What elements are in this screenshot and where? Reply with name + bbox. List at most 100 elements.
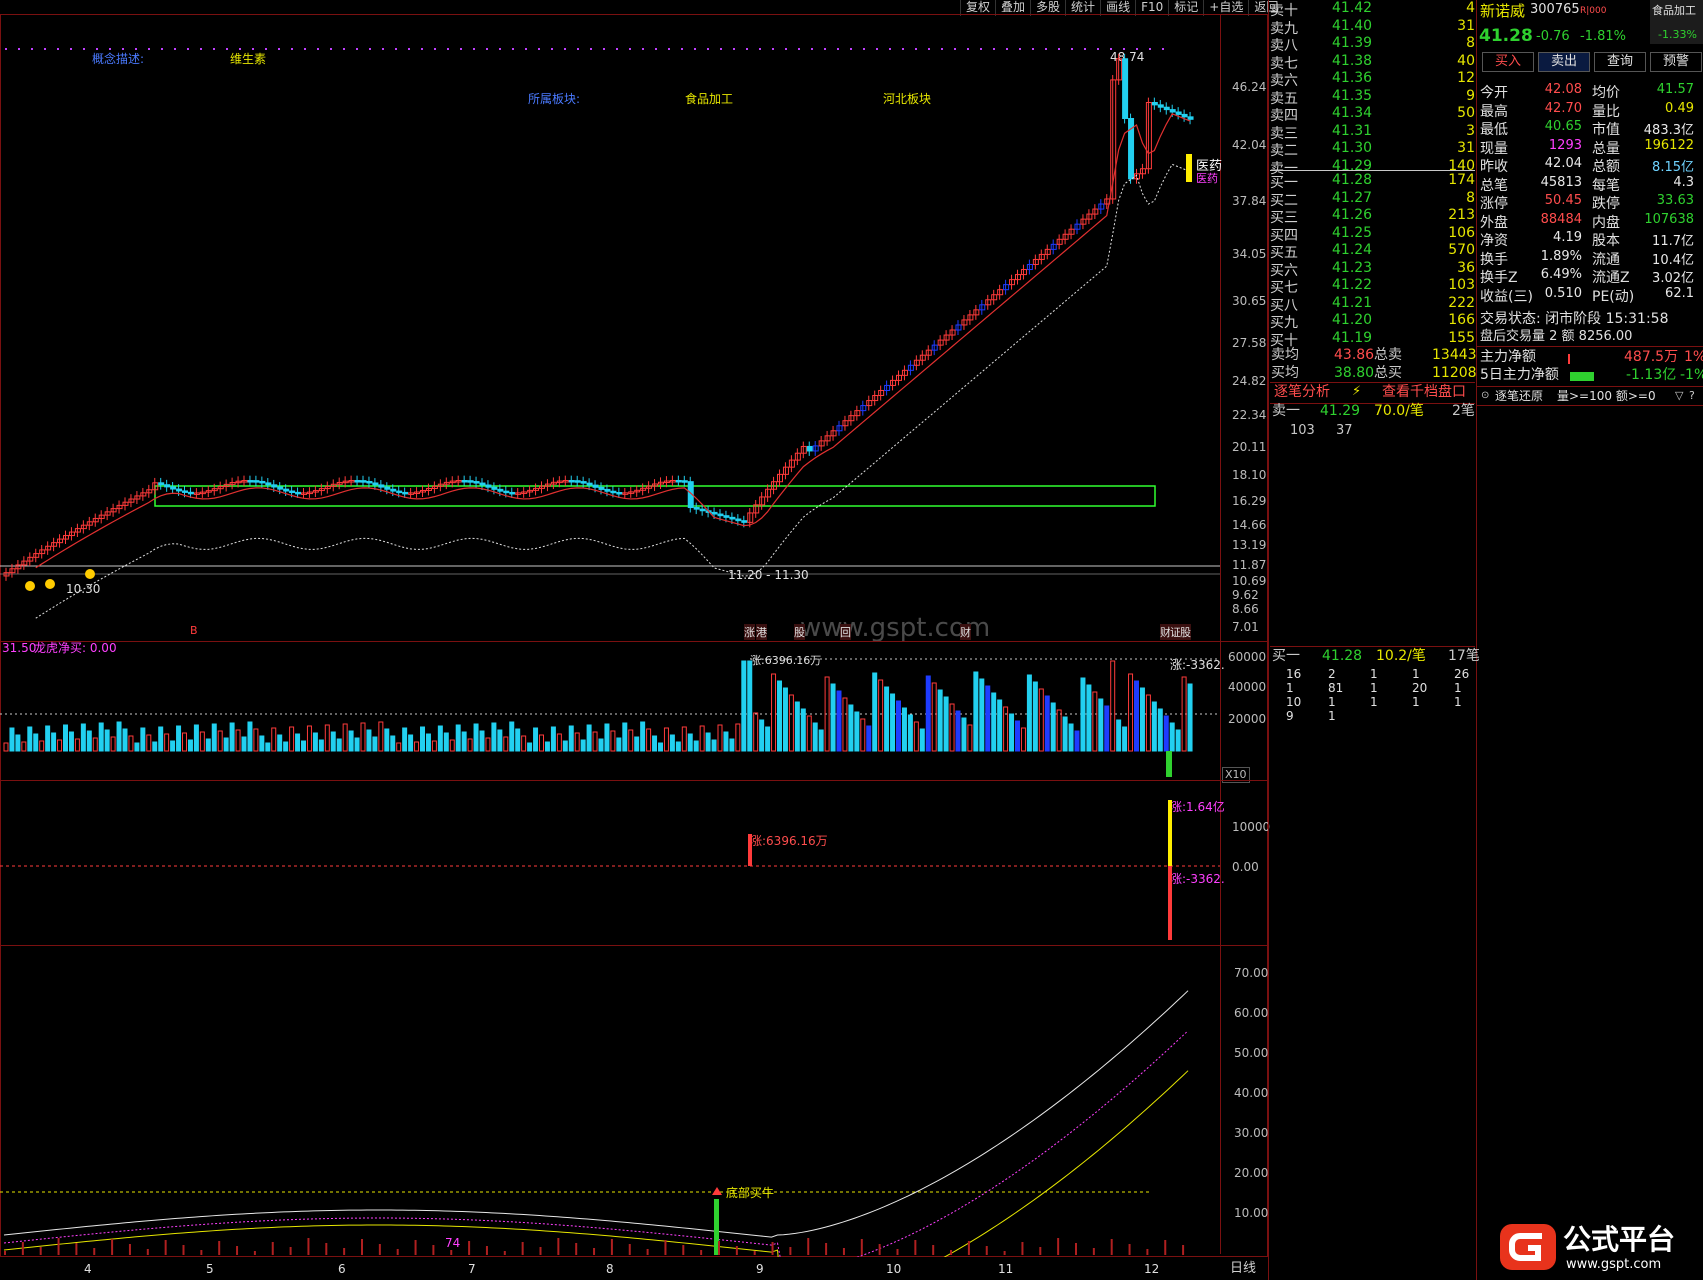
candle-body [711, 511, 718, 515]
period-button[interactable]: 日线 [1230, 1262, 1256, 1276]
volume-bar [45, 725, 51, 752]
volume-bar [562, 740, 568, 752]
indicator-bar [468, 1241, 471, 1255]
price-change: -0.76 [1536, 29, 1570, 44]
quote-value: 196122 [1644, 137, 1694, 153]
quote-button-3[interactable]: 预警 [1650, 52, 1702, 72]
indicator-bar [432, 1245, 435, 1255]
stop-line [35, 163, 1191, 619]
volume-bar [140, 727, 146, 752]
price-tick: 14.66 [1232, 518, 1267, 532]
quote-value: 0.49 [1665, 100, 1694, 116]
marker-dot [577, 48, 579, 50]
filter-icon[interactable]: ▽ [1675, 389, 1683, 403]
marker-dot [590, 48, 592, 50]
volume-bar [913, 721, 919, 752]
volume-bar [289, 726, 295, 752]
marker-dot [369, 48, 371, 50]
tab-analysis[interactable]: 逐笔分析 [1274, 385, 1330, 399]
candle-body [187, 491, 194, 495]
volume-bar [170, 740, 176, 752]
buy-level: 买一 41.28 174 [1270, 172, 1475, 191]
marker-dot [1006, 48, 1008, 50]
marker-dot [200, 48, 202, 50]
price-tick: 24.82 [1232, 374, 1267, 388]
volume-bar [1044, 695, 1050, 752]
volume-bar [527, 742, 533, 752]
indicator-bar [1128, 1244, 1131, 1255]
volume-bar [1086, 684, 1092, 752]
volume-bar [747, 660, 753, 752]
marker-dot [460, 48, 462, 50]
marker-dot [1149, 48, 1151, 50]
volume-bar [699, 725, 705, 752]
indicator-bar [39, 1247, 42, 1255]
volume-bar [794, 701, 800, 752]
tick-restore-label[interactable]: 逐笔还原 [1495, 389, 1543, 403]
quote-button-1[interactable]: 卖出 [1538, 52, 1590, 72]
volume-bar [306, 725, 312, 752]
total-sell-label: 总卖 [1374, 347, 1402, 363]
indicator-bar [485, 1246, 488, 1255]
indicator-bar [164, 1240, 167, 1255]
sector-badge[interactable]: 食品加工 -1.33% [1650, 0, 1703, 44]
volume-bar [443, 732, 449, 752]
price-tick: 27.58 [1232, 336, 1267, 350]
quote-key: 总额 [1592, 159, 1620, 175]
volume-bar [896, 700, 901, 752]
volume-bar [128, 735, 134, 752]
buy1-grid-cell: 16 [1286, 667, 1302, 681]
price-tick: 22.34 [1232, 408, 1267, 422]
indicator-bar [700, 1250, 703, 1255]
volume-bar [907, 714, 913, 752]
indicator-bar [985, 1246, 988, 1255]
volume-bar [336, 738, 342, 752]
buy1-grid-cell: 1 [1286, 681, 1294, 695]
indicator-bar [343, 1248, 346, 1255]
marker-dot [291, 48, 293, 50]
buy1-per: 10.2/笔 [1376, 648, 1426, 664]
main-flow-bar [1568, 354, 1570, 364]
indicator-bar [128, 1244, 131, 1255]
volume-bar [437, 725, 443, 752]
quote-key: 昨收 [1480, 159, 1508, 175]
indicator-bar [1182, 1245, 1185, 1255]
tick-filter[interactable]: 量>=100 额>=0 [1557, 389, 1656, 403]
volume-bar [384, 728, 390, 752]
volume-bar [1145, 694, 1151, 752]
quote-button-0[interactable]: 买入 [1482, 52, 1534, 72]
volume-bar [449, 739, 455, 752]
candle-body [390, 488, 397, 492]
date-tick: 10 [886, 1262, 902, 1276]
volume-bar [1110, 660, 1116, 752]
quote-button-2[interactable]: 查询 [1594, 52, 1646, 72]
candle-body [1181, 113, 1188, 118]
candle-body [384, 486, 391, 490]
volume-bar [378, 721, 384, 752]
sell-level-vol: 31 [1457, 17, 1475, 34]
volume-bar [176, 725, 182, 752]
marker-dot [304, 48, 306, 50]
indicator-bar [307, 1238, 310, 1255]
marker-dot [928, 48, 930, 50]
sell-level-price: 41.30 [1332, 140, 1373, 156]
marker-dot [889, 48, 891, 50]
indicator-bar [396, 1249, 399, 1255]
help-icon[interactable]: ? [1689, 389, 1695, 403]
volume-bar [949, 703, 955, 752]
quote-value: 0.510 [1544, 285, 1582, 301]
volume-bar [1015, 720, 1020, 752]
sell1-item-0: 103 [1290, 423, 1315, 438]
buy1-grid-cell: 1 [1370, 667, 1378, 681]
volume-bar [1151, 701, 1157, 752]
volume-bar [848, 704, 854, 752]
tab-depth[interactable]: 查看千档盘口 [1382, 385, 1466, 399]
buy-level-vol: 106 [1448, 224, 1475, 241]
buy1-grid-cell: 81 [1328, 681, 1344, 695]
indicator-tick: 60.00 [1234, 1006, 1269, 1020]
buy-level-vol: 166 [1448, 312, 1475, 328]
price-tick: 46.24 [1232, 80, 1267, 94]
quote-value: 42.04 [1544, 156, 1582, 171]
collapse-icon[interactable]: ⊙ [1481, 389, 1489, 403]
buy1-grid-cell: 1 [1370, 681, 1378, 695]
